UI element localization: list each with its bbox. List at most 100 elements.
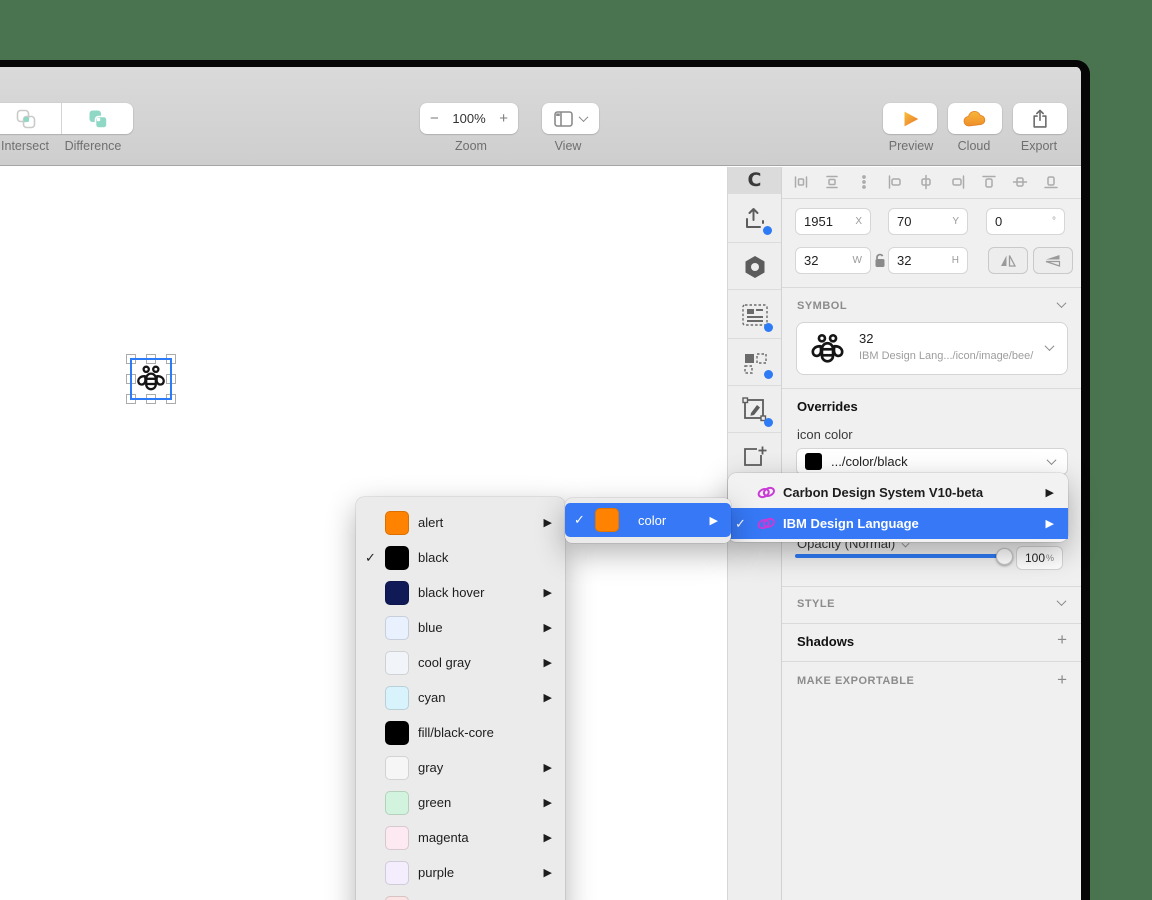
lock-proportions-icon[interactable] <box>874 253 886 268</box>
hexagon-nut-icon <box>745 255 764 278</box>
menu-item-label: color <box>638 512 667 528</box>
chevron-down-icon <box>1044 341 1055 352</box>
add-export-button[interactable]: + <box>1057 670 1067 690</box>
difference-button[interactable] <box>62 103 133 134</box>
add-symbol-icon <box>744 446 767 466</box>
plugin-badge <box>764 370 773 379</box>
submenu-arrow-icon: ▶ <box>1045 518 1054 530</box>
chevron-down-icon <box>1046 455 1057 466</box>
menu-item-cyan[interactable]: cyan ▶ <box>356 680 565 715</box>
zoom-out-button[interactable]: − <box>430 110 439 127</box>
boolean-difference-icon <box>89 110 108 129</box>
menu-item-red[interactable]: red▶ <box>356 890 565 900</box>
color-swatch <box>385 615 409 640</box>
menu-item-label: gray <box>418 760 444 775</box>
selected-layer-bee[interactable] <box>126 354 176 404</box>
menu-item-carbon-design-system-v10-beta[interactable]: Carbon Design System V10-beta ▶ <box>728 477 1068 508</box>
view-button[interactable] <box>542 103 599 134</box>
x-position-field[interactable]: 1951 X <box>795 208 871 235</box>
x-unit: X <box>855 216 862 227</box>
rotation-value: 0 <box>995 214 1003 229</box>
checkmark-icon: ✓ <box>365 549 376 565</box>
submenu-arrow-icon: ▶ <box>543 797 552 809</box>
chevron-down-icon[interactable] <box>1056 596 1067 607</box>
plugin-badge <box>763 226 772 235</box>
carbon-plugin-tab[interactable]: C <box>728 167 781 194</box>
submenu-arrow-icon: ▶ <box>543 692 552 704</box>
rotation-field[interactable]: 0 ° <box>986 208 1065 235</box>
align-left-icon[interactable] <box>887 174 903 193</box>
menu-item-ibm-design-language[interactable]: ✓ IBM Design Language ▶ <box>728 508 1068 539</box>
chevron-down-icon[interactable] <box>1056 298 1067 309</box>
flip-vertical-button[interactable] <box>1033 247 1073 274</box>
preview-button[interactable] <box>883 103 937 134</box>
intersect-button[interactable] <box>0 103 61 134</box>
distribute-vertical-icon[interactable] <box>824 174 840 193</box>
nut-plugin-button[interactable] <box>728 244 781 290</box>
export-label: Export <box>1020 139 1058 153</box>
menu-item-purple[interactable]: purple ▶ <box>356 855 565 890</box>
plugin-badge <box>764 418 773 427</box>
menu-item-green[interactable]: green ▶ <box>356 785 565 820</box>
align-right-icon[interactable] <box>950 174 966 193</box>
align-top-icon[interactable] <box>981 174 997 193</box>
y-value: 70 <box>897 214 912 229</box>
more-options-icon[interactable] <box>856 174 872 193</box>
align-bottom-icon[interactable] <box>1043 174 1059 193</box>
opacity-value-field[interactable]: 100% <box>1016 546 1063 570</box>
submenu-arrow-icon: ▶ <box>543 657 552 669</box>
menu-item-magenta[interactable]: magenta ▶ <box>356 820 565 855</box>
opacity-slider[interactable] <box>795 554 1007 558</box>
cloud-button[interactable] <box>948 103 1002 134</box>
color-swatch <box>385 825 409 850</box>
menu-item-label: black hover <box>418 585 485 600</box>
menu-item-label: cyan <box>418 690 446 705</box>
height-field[interactable]: 32 H <box>888 247 968 274</box>
boolean-intersect-icon <box>16 109 35 128</box>
opacity-value: 100 <box>1024 551 1045 565</box>
align-center-horizontal-icon[interactable] <box>918 174 934 193</box>
width-field[interactable]: 32 W <box>795 247 871 274</box>
shadows-header: Shadows <box>797 634 855 649</box>
bee-icon <box>137 365 165 391</box>
add-shadow-button[interactable]: + <box>1057 630 1067 650</box>
zoom-value: 100% <box>452 111 486 126</box>
menu-item-alert[interactable]: alert ▶ <box>356 505 565 540</box>
icon-color-value: .../color/black <box>831 454 908 469</box>
cloud-icon <box>963 110 986 126</box>
vector-edit-plugin-button[interactable] <box>728 387 781 433</box>
rotation-unit: ° <box>1052 216 1056 227</box>
library-menu: Carbon Design System V10-beta ▶ ✓ IBM Desi… <box>728 473 1068 542</box>
distribute-horizontal-icon[interactable] <box>793 174 809 193</box>
menu-item-color[interactable]: ✓ color ▶ <box>565 503 731 537</box>
menu-item-black-hover[interactable]: black hover ▶ <box>356 575 565 610</box>
submenu-arrow-icon: ▶ <box>543 622 552 634</box>
export-button[interactable] <box>1013 103 1067 134</box>
zoom-in-button[interactable]: + <box>499 110 508 127</box>
flip-horizontal-button[interactable] <box>988 247 1028 274</box>
menu-item-blue[interactable]: blue ▶ <box>356 610 565 645</box>
make-exportable-header: MAKE EXPORTABLE <box>797 675 915 687</box>
menu-item-fill-black-core[interactable]: fill/black-core <box>356 715 565 750</box>
symbol-preview-bee <box>809 331 846 368</box>
align-middle-vertical-icon[interactable] <box>1012 174 1028 193</box>
color-swatch <box>385 720 409 745</box>
opacity-slider-thumb[interactable] <box>996 548 1013 565</box>
submenu-arrow-icon: ▶ <box>543 832 552 844</box>
menu-item-cool-gray[interactable]: cool gray ▶ <box>356 645 565 680</box>
y-position-field[interactable]: 70 Y <box>888 208 968 235</box>
chevron-down-icon <box>578 112 589 123</box>
color-swatch <box>595 508 619 532</box>
upload-plugin-button[interactable] <box>728 195 781 243</box>
width-value: 32 <box>804 253 819 268</box>
icon-color-dropdown[interactable]: .../color/black <box>796 448 1068 475</box>
menu-item-black[interactable]: ✓ black <box>356 540 565 575</box>
menu-item-gray[interactable]: gray ▶ <box>356 750 565 785</box>
menu-item-label: alert <box>418 515 444 530</box>
component-plugin-button[interactable] <box>728 291 781 339</box>
layout-panel-icon <box>554 110 573 127</box>
swap-symbols-plugin-button[interactable] <box>728 340 781 386</box>
plugin-badge <box>764 323 773 332</box>
menu-item-label: Carbon Design System V10-beta <box>783 485 984 500</box>
symbol-selector[interactable]: 32 IBM Design Lang.../icon/image/bee/ <box>796 322 1068 375</box>
